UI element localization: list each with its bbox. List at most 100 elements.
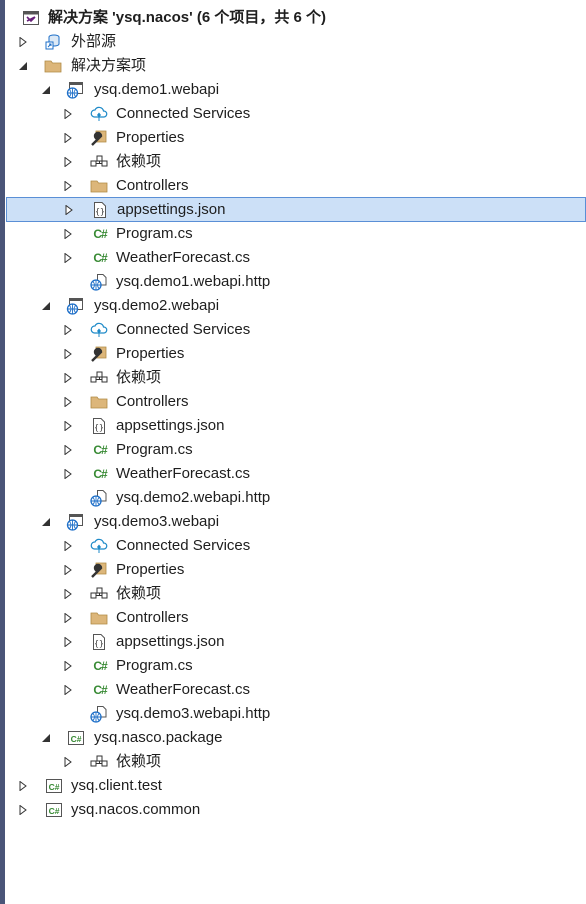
tree-row-dependencies[interactable]: 依赖项 bbox=[5, 366, 586, 390]
csharp-file-icon: C# bbox=[93, 467, 107, 481]
tree-row-properties[interactable]: Properties bbox=[5, 342, 586, 366]
tree-row-appsettings-selected[interactable]: {} appsettings.json bbox=[6, 197, 586, 222]
expand-collapsed-icon[interactable] bbox=[62, 324, 74, 336]
tree-row-controllers[interactable]: Controllers bbox=[5, 174, 586, 198]
expand-collapsed-icon[interactable] bbox=[17, 804, 29, 816]
tree-row-external-sources[interactable]: 外部源 bbox=[5, 30, 586, 54]
expand-expanded-icon[interactable] bbox=[40, 84, 52, 96]
project-name: ysq.demo2.webapi bbox=[94, 297, 220, 314]
project-name: ysq.demo3.webapi bbox=[94, 513, 220, 530]
csharp-file-icon: C# bbox=[93, 251, 107, 265]
expand-expanded-icon[interactable] bbox=[40, 732, 52, 744]
web-project-icon bbox=[66, 81, 84, 99]
expand-collapsed-icon[interactable] bbox=[62, 108, 74, 120]
http-file-icon bbox=[90, 705, 108, 723]
tree-row-connected-services[interactable]: Connected Services bbox=[5, 534, 586, 558]
expand-collapsed-icon[interactable] bbox=[62, 228, 74, 240]
expand-collapsed-icon[interactable] bbox=[62, 156, 74, 168]
expand-expanded-icon[interactable] bbox=[17, 60, 29, 72]
tree-row-appsettings[interactable]: {} appsettings.json bbox=[5, 630, 586, 654]
svg-text:C#: C# bbox=[49, 782, 60, 792]
expand-collapsed-icon[interactable] bbox=[62, 396, 74, 408]
tree-label: 依赖项 bbox=[116, 585, 162, 602]
tree-row-controllers[interactable]: Controllers bbox=[5, 606, 586, 630]
svg-text:{}: {} bbox=[94, 423, 104, 432]
expand-collapsed-icon[interactable] bbox=[62, 348, 74, 360]
tree-label: appsettings.json bbox=[117, 200, 226, 218]
tree-row-project[interactable]: C# ysq.client.test bbox=[5, 774, 586, 798]
tree-label: Properties bbox=[116, 345, 185, 362]
tree-row-project[interactable]: ysq.demo2.webapi bbox=[5, 294, 586, 318]
http-file-icon bbox=[90, 273, 108, 291]
tree-row-dependencies[interactable]: 依赖项 bbox=[5, 150, 586, 174]
tree-row-program[interactable]: C# Program.cs bbox=[5, 654, 586, 678]
tree-row-http-file[interactable]: ysq.demo1.webapi.http bbox=[5, 270, 586, 294]
tree-row-weatherforecast[interactable]: C# WeatherForecast.cs bbox=[5, 462, 586, 486]
expand-collapsed-icon[interactable] bbox=[62, 132, 74, 144]
expand-collapsed-icon[interactable] bbox=[62, 180, 74, 192]
project-name: ysq.demo1.webapi bbox=[94, 81, 220, 98]
dependencies-icon bbox=[90, 369, 108, 387]
expand-collapsed-icon[interactable] bbox=[62, 372, 74, 384]
tree-row-solution-items[interactable]: 解决方案项 bbox=[5, 54, 586, 78]
expand-collapsed-icon[interactable] bbox=[62, 660, 74, 672]
expand-collapsed-icon[interactable] bbox=[62, 588, 74, 600]
tree-label: appsettings.json bbox=[116, 417, 225, 434]
tree-row-weatherforecast[interactable]: C# WeatherForecast.cs bbox=[5, 246, 586, 270]
tree-row-properties[interactable]: Properties bbox=[5, 558, 586, 582]
tree-row-dependencies[interactable]: 依赖项 bbox=[5, 582, 586, 606]
tree-row-controllers[interactable]: Controllers bbox=[5, 390, 586, 414]
csharp-project-icon: C# bbox=[45, 801, 63, 819]
svg-text:C#: C# bbox=[49, 806, 60, 816]
tree-label: WeatherForecast.cs bbox=[116, 465, 250, 482]
tree-row-project[interactable]: ysq.demo3.webapi bbox=[5, 510, 586, 534]
tree-label: Controllers bbox=[116, 393, 189, 410]
properties-wrench-icon bbox=[90, 561, 108, 579]
tree-row-project[interactable]: C# ysq.nasco.package bbox=[5, 726, 586, 750]
expand-collapsed-icon[interactable] bbox=[62, 420, 74, 432]
tree-row-dependencies[interactable]: 依赖项 bbox=[5, 750, 586, 774]
tree-row-connected-services[interactable]: Connected Services bbox=[5, 318, 586, 342]
expand-collapsed-icon[interactable] bbox=[63, 204, 75, 216]
expand-collapsed-icon[interactable] bbox=[62, 252, 74, 264]
tree-row-project[interactable]: C# ysq.nacos.common bbox=[5, 798, 586, 822]
expand-collapsed-icon[interactable] bbox=[62, 540, 74, 552]
tree-row-solution[interactable]: 解决方案 'ysq.nacos' (6 个项目，共 6 个) bbox=[5, 6, 586, 30]
tree-label: Program.cs bbox=[116, 657, 193, 674]
tree-label: Connected Services bbox=[116, 321, 251, 338]
properties-wrench-icon bbox=[90, 129, 108, 147]
solution-explorer-tree[interactable]: 解决方案 'ysq.nacos' (6 个项目，共 6 个) 外部源 解决方案项… bbox=[5, 0, 586, 904]
expand-collapsed-icon[interactable] bbox=[62, 564, 74, 576]
expand-collapsed-icon[interactable] bbox=[62, 612, 74, 624]
tree-row-project[interactable]: ysq.demo1.webapi bbox=[5, 78, 586, 102]
expand-collapsed-icon[interactable] bbox=[62, 636, 74, 648]
connected-services-icon bbox=[90, 321, 108, 339]
dependencies-icon bbox=[90, 585, 108, 603]
expand-collapsed-icon[interactable] bbox=[17, 36, 29, 48]
connected-services-icon bbox=[90, 105, 108, 123]
tree-row-connected-services[interactable]: Connected Services bbox=[5, 102, 586, 126]
expand-expanded-icon[interactable] bbox=[40, 516, 52, 528]
tree-label: Program.cs bbox=[116, 225, 193, 242]
expand-expanded-icon[interactable] bbox=[40, 300, 52, 312]
folder-icon bbox=[90, 609, 108, 627]
tree-label: 依赖项 bbox=[116, 369, 162, 386]
expand-collapsed-icon[interactable] bbox=[62, 684, 74, 696]
expand-collapsed-icon[interactable] bbox=[62, 756, 74, 768]
tree-row-properties[interactable]: Properties bbox=[5, 126, 586, 150]
dependencies-icon bbox=[90, 153, 108, 171]
tree-row-appsettings[interactable]: {} appsettings.json bbox=[5, 414, 586, 438]
json-file-icon: {} bbox=[91, 201, 109, 219]
tree-label: 依赖项 bbox=[116, 153, 162, 170]
dependencies-icon bbox=[90, 753, 108, 771]
tree-row-program[interactable]: C# Program.cs bbox=[5, 222, 586, 246]
tree-label: WeatherForecast.cs bbox=[116, 249, 250, 266]
expand-collapsed-icon[interactable] bbox=[17, 780, 29, 792]
tree-row-http-file[interactable]: ysq.demo2.webapi.http bbox=[5, 486, 586, 510]
csharp-file-icon: C# bbox=[93, 227, 107, 241]
tree-row-program[interactable]: C# Program.cs bbox=[5, 438, 586, 462]
tree-row-weatherforecast[interactable]: C# WeatherForecast.cs bbox=[5, 678, 586, 702]
tree-row-http-file[interactable]: ysq.demo3.webapi.http bbox=[5, 702, 586, 726]
expand-collapsed-icon[interactable] bbox=[62, 444, 74, 456]
expand-collapsed-icon[interactable] bbox=[62, 468, 74, 480]
